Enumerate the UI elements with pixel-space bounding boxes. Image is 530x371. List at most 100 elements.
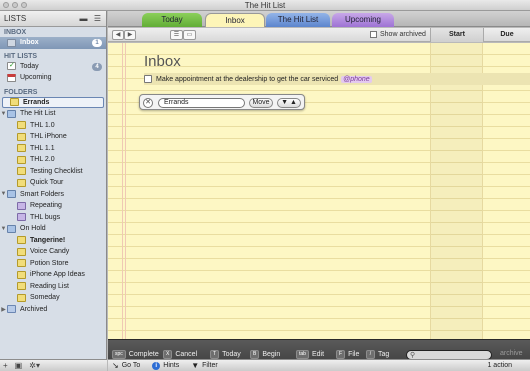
add-icon[interactable]: + — [3, 361, 8, 370]
action-label: Today — [222, 351, 241, 358]
close-window-button[interactable] — [3, 2, 9, 8]
sidebar-item-errands[interactable]: Errands — [2, 96, 104, 108]
sidebar-item-label: Tangerine! — [30, 236, 66, 244]
sidebar-item-the-hit-list[interactable]: ▼ The Hit List — [0, 108, 106, 120]
list-icon — [17, 121, 26, 130]
column-header-due[interactable]: Due — [483, 28, 530, 42]
begin-action[interactable]: B Begin — [250, 350, 280, 359]
file-action[interactable]: F File — [336, 350, 359, 359]
forward-arrow-icon[interactable]: ▶ — [124, 30, 136, 40]
move-popover: ✕ Errands Move ▼ ▲ — [139, 94, 305, 110]
list-view-icon[interactable]: ☰ — [93, 14, 102, 23]
sidebar-item-reading-list[interactable]: Reading List — [0, 281, 106, 293]
show-archived-label: Show archived — [380, 31, 426, 38]
sidebar-item-label: Today — [20, 62, 39, 70]
sidebar-item-quick-tour[interactable]: Quick Tour — [0, 177, 106, 189]
key-hint: / — [366, 350, 375, 359]
folder-icon — [7, 190, 16, 199]
tag-action[interactable]: / Tag — [366, 350, 389, 359]
toolbar: ◀ ▶ ☰ ▭ Show archived Start Due — [108, 28, 530, 42]
list-view-icon[interactable]: ☰ — [170, 30, 183, 40]
action-label: Edit — [311, 351, 325, 358]
sidebar-item-upcoming[interactable]: Upcoming — [0, 72, 106, 84]
column-header-start[interactable]: Start — [430, 28, 483, 42]
sidebar-item-archived[interactable]: ▶ Archived — [0, 304, 106, 316]
back-arrow-icon[interactable]: ◀ — [112, 30, 124, 40]
sidebar-item-voice-candy[interactable]: Voice Candy — [0, 246, 106, 258]
sidebar-item-thl-bugs[interactable]: THL bugs — [0, 212, 106, 224]
sidebar-item-today[interactable]: Today 4 — [0, 61, 106, 73]
task-title[interactable]: Make appointment at the dealership to ge… — [156, 76, 338, 83]
edit-action[interactable]: tab Edit — [296, 350, 324, 359]
sidebar-item-thl-1-1[interactable]: THL 1.1 — [0, 143, 106, 155]
cancel-action[interactable]: X Cancel — [163, 350, 197, 359]
tab-inbox[interactable]: Inbox — [205, 13, 265, 27]
sidebar-item-repeating[interactable]: Repeating — [0, 200, 106, 212]
window-title: The Hit List — [244, 1, 286, 10]
sidebar-item-label: Potion Store — [30, 259, 69, 267]
stepper-up-down-icon[interactable]: ▼ ▲ — [277, 98, 301, 108]
folder-icon[interactable]: ▬ — [79, 14, 88, 23]
section-hit-lists: HIT LISTS — [4, 52, 38, 60]
archive-folder-icon — [7, 305, 16, 314]
close-icon[interactable]: ✕ — [143, 98, 153, 108]
gear-icon[interactable]: ✲▾ — [29, 361, 40, 370]
sidebar-header-label: LISTS — [4, 14, 27, 23]
window-controls[interactable] — [3, 2, 27, 8]
smart-folder-icon — [17, 201, 26, 210]
key-hint: tab — [296, 350, 309, 359]
card-view-icon[interactable]: ▭ — [183, 30, 196, 40]
filter-button[interactable]: ▼ Filter — [191, 361, 217, 370]
sidebar-item-tangerine[interactable]: Tangerine! — [0, 235, 106, 247]
disclosure-closed-icon[interactable]: ▶ — [0, 306, 7, 313]
sidebar-item-label: Testing Checklist — [30, 167, 83, 175]
action-label: File — [348, 351, 360, 358]
sidebar-item-label: Errands — [23, 98, 50, 106]
move-button[interactable]: Move — [249, 98, 273, 108]
move-destination-input[interactable]: Errands — [158, 98, 245, 108]
sidebar-item-potion-store[interactable]: Potion Store — [0, 258, 106, 270]
checkbox-box[interactable] — [370, 31, 377, 38]
complete-action[interactable]: spc Complete — [112, 350, 159, 359]
task-row[interactable]: Make appointment at the dealership to ge… — [144, 73, 530, 85]
hints-button[interactable]: i Hints — [152, 361, 179, 370]
tab-the-hit-list[interactable]: The Hit List — [266, 13, 330, 27]
sidebar-item-thl-2-0[interactable]: THL 2.0 — [0, 154, 106, 166]
sidebar-item-thl-1-0[interactable]: THL 1.0 — [0, 120, 106, 132]
zoom-window-button[interactable] — [21, 2, 27, 8]
sidebar-item-label: Smart Folders — [20, 190, 64, 198]
task-list: Inbox Make appointment at the dealership… — [108, 43, 530, 339]
new-folder-icon[interactable]: ▣ — [15, 361, 23, 370]
sidebar-item-thl-iphone[interactable]: THL iPhone — [0, 131, 106, 143]
action-label: Cancel — [175, 351, 198, 358]
sidebar-item-label: Quick Tour — [30, 179, 64, 187]
sidebar-item-inbox[interactable]: Inbox 1 — [0, 37, 106, 49]
disclosure-open-icon[interactable]: ▼ — [0, 226, 7, 232]
disclosure-open-icon[interactable]: ▼ — [0, 191, 7, 197]
action-label: Complete — [128, 351, 159, 358]
status-bar: ↘ Go To i Hints ▼ Filter 1 action — [108, 359, 530, 371]
archive-button[interactable]: archive — [500, 350, 523, 357]
list-icon — [17, 282, 26, 291]
sidebar-item-testing-checklist[interactable]: Testing Checklist — [0, 166, 106, 178]
sidebar-item-someday[interactable]: Someday — [0, 292, 106, 304]
tab-today[interactable]: Today — [142, 13, 202, 27]
minimize-window-button[interactable] — [12, 2, 18, 8]
disclosure-open-icon[interactable]: ▼ — [0, 111, 7, 117]
key-hint: X — [163, 350, 173, 359]
sidebar-item-smart-folders[interactable]: ▼ Smart Folders — [0, 189, 106, 201]
sidebar-item-on-hold[interactable]: ▼ On Hold — [0, 223, 106, 235]
start-column — [430, 43, 483, 339]
key-hint: F — [336, 350, 346, 359]
show-archived-checkbox[interactable]: Show archived — [370, 31, 426, 38]
main-area: Today Inbox The Hit List Upcoming ◀ ▶ ☰ … — [108, 11, 530, 370]
count-badge: 1 — [92, 39, 102, 47]
checkmark-icon — [7, 62, 16, 71]
task-tag[interactable]: @phone — [341, 75, 372, 83]
today-action[interactable]: T Today — [210, 350, 241, 359]
goto-button[interactable]: ↘ Go To — [112, 361, 140, 370]
sidebar-item-iphone-app-ideas[interactable]: iPhone App Ideas — [0, 269, 106, 281]
tab-upcoming[interactable]: Upcoming — [332, 13, 394, 27]
task-checkbox[interactable] — [144, 75, 152, 83]
folder-icon — [7, 109, 16, 118]
